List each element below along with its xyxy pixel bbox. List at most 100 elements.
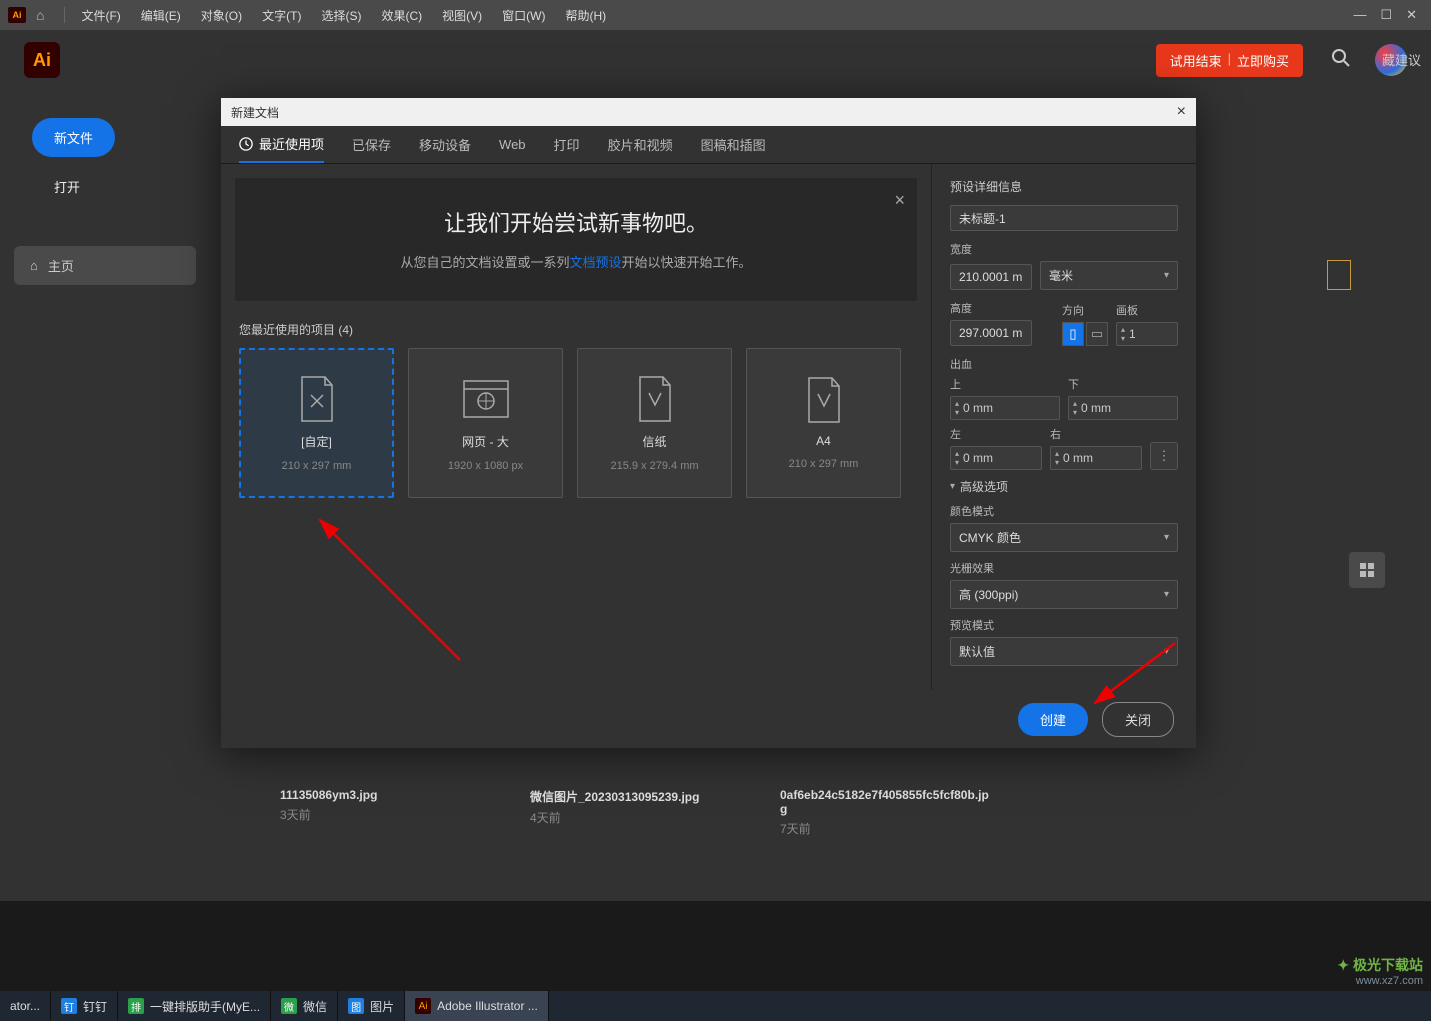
separator xyxy=(64,7,65,23)
home-nav-icon: ⌂ xyxy=(30,258,38,273)
file-name: 0af6eb24c5182e7f405855fc5fcf80b.jpg xyxy=(780,788,990,816)
search-icon[interactable] xyxy=(1331,48,1351,73)
tab-print[interactable]: 打印 xyxy=(554,127,580,162)
maximize-icon[interactable]: ☐ xyxy=(1380,7,1392,23)
preview-dropdown[interactable]: 默认值▾ xyxy=(950,637,1178,666)
sidebar-item-home[interactable]: ⌂ 主页 xyxy=(14,246,196,285)
chevron-down-icon: ▾ xyxy=(1164,532,1169,543)
file-name: 11135086ym3.jpg xyxy=(280,788,490,802)
document-custom-icon xyxy=(293,375,341,423)
menu-file[interactable]: 文件(F) xyxy=(73,7,128,24)
tab-film[interactable]: 胶片和视频 xyxy=(608,127,673,162)
document-name-input[interactable] xyxy=(950,205,1178,231)
tab-web[interactable]: Web xyxy=(499,129,526,160)
a4-icon xyxy=(800,376,848,424)
bleed-bottom-field[interactable]: ▴▾0 mm xyxy=(1068,396,1178,420)
preset-web-large[interactable]: 网页 - 大 1920 x 1080 px xyxy=(408,348,563,498)
tab-saved[interactable]: 已保存 xyxy=(352,127,391,162)
taskbar-item[interactable]: 排 一键排版助手(MyE... xyxy=(118,991,271,1021)
taskbar-item[interactable]: 微 微信 xyxy=(271,991,338,1021)
file-time: 3天前 xyxy=(280,806,490,823)
preset-a4[interactable]: A4 210 x 297 mm xyxy=(746,348,901,498)
close-button[interactable]: 关闭 xyxy=(1102,702,1174,737)
portrait-button[interactable]: ▯ xyxy=(1062,322,1084,346)
taskbar-item[interactable]: 图 图片 xyxy=(338,991,405,1021)
taskbar-item[interactable]: 钉 钉钉 xyxy=(51,991,118,1021)
menu-effect[interactable]: 效果(C) xyxy=(373,7,430,24)
banner-close-icon[interactable]: × xyxy=(894,190,905,211)
recent-file-item[interactable]: 微信图片_20230313095239.jpg 4天前 xyxy=(530,788,740,837)
menubar: Ai ⌂ 文件(F) 编辑(E) 对象(O) 文字(T) 选择(S) 效果(C)… xyxy=(0,0,1431,30)
new-file-button[interactable]: 新文件 xyxy=(32,118,115,157)
menu-window[interactable]: 窗口(W) xyxy=(494,7,553,24)
taskbar-item-active[interactable]: Ai Adobe Illustrator ... xyxy=(405,991,549,1021)
bleed-label: 出血 xyxy=(950,356,1178,372)
taskbar-item[interactable]: ator... xyxy=(0,991,51,1021)
app-logo-small: Ai xyxy=(8,7,26,23)
preset-title: [自定] xyxy=(301,433,332,450)
height-field[interactable]: 297.0001 m xyxy=(950,320,1032,346)
menu-help[interactable]: 帮助(H) xyxy=(557,7,614,24)
web-icon xyxy=(462,375,510,423)
create-button[interactable]: 创建 xyxy=(1018,703,1088,736)
preset-letter[interactable]: 信纸 215.9 x 279.4 mm xyxy=(577,348,732,498)
recent-section-label: 您最近使用的项目 (4) xyxy=(239,321,913,338)
watermark: ✦ 极光下载站 www.xz7.com xyxy=(1337,955,1423,987)
dialog-title: 新建文档 xyxy=(231,104,279,121)
dialog-footer: 创建 关闭 xyxy=(221,690,1196,748)
link-bleed-icon[interactable]: ⋮ xyxy=(1150,442,1178,470)
recent-file-item[interactable]: 0af6eb24c5182e7f405855fc5fcf80b.jpg 7天前 xyxy=(780,788,990,837)
bleed-top-field[interactable]: ▴▾0 mm xyxy=(950,396,1060,420)
recent-files-list: 11135086ym3.jpg 3天前 微信图片_20230313095239.… xyxy=(280,788,1391,837)
welcome-banner: × 让我们开始尝试新事物吧。 从您自己的文档设置或一系列文档预设开始以快速开始工… xyxy=(235,178,917,301)
artboard-stepper[interactable]: ▴▾ 1 xyxy=(1116,322,1178,346)
preset-title: 信纸 xyxy=(642,433,666,450)
close-window-icon[interactable]: ✕ xyxy=(1406,7,1417,23)
dialog-close-icon[interactable]: × xyxy=(1177,103,1186,121)
menu-text[interactable]: 文字(T) xyxy=(254,7,309,24)
file-name: 微信图片_20230313095239.jpg xyxy=(530,788,740,805)
tab-recent[interactable]: 最近使用项 xyxy=(239,126,324,163)
open-button[interactable]: 打开 xyxy=(32,167,102,206)
menu-select[interactable]: 选择(S) xyxy=(313,7,369,24)
raster-dropdown[interactable]: 高 (300ppi)▾ xyxy=(950,580,1178,609)
width-label: 宽度 xyxy=(950,241,1178,257)
bleed-right-field[interactable]: ▴▾0 mm xyxy=(1050,446,1142,470)
preset-list: [自定] 210 x 297 mm 网页 - 大 1920 x 1080 px … xyxy=(221,348,931,498)
background-panel-fragment xyxy=(1327,260,1351,290)
home-icon[interactable]: ⌂ xyxy=(36,7,44,23)
tab-art[interactable]: 图稿和插图 xyxy=(701,127,766,162)
preset-link[interactable]: 文档预设 xyxy=(569,255,621,270)
menu-object[interactable]: 对象(O) xyxy=(193,7,250,24)
unit-dropdown[interactable]: 毫米▾ xyxy=(1040,261,1178,290)
preset-size: 1920 x 1080 px xyxy=(448,460,523,472)
trial-button[interactable]: 试用结束 | 立即购买 xyxy=(1156,44,1303,77)
width-field[interactable]: 210.0001 m xyxy=(950,264,1032,290)
chevron-down-icon: ▾ xyxy=(1164,589,1169,600)
orient-label: 方向 xyxy=(1062,302,1108,318)
artboard-label: 画板 xyxy=(1116,302,1178,318)
colormode-dropdown[interactable]: CMYK 颜色▾ xyxy=(950,523,1178,552)
wechat-icon: 微 xyxy=(281,998,297,1014)
app-logo: Ai xyxy=(24,42,60,78)
landscape-button[interactable]: ▭ xyxy=(1086,322,1108,346)
header-bar: Ai 试用结束 | 立即购买 xyxy=(0,30,1431,90)
preset-details-panel: 预设详细信息 宽度 210.0001 m 毫米▾ 高度 297.0001 m xyxy=(931,164,1196,690)
details-header: 预设详细信息 xyxy=(950,178,1178,195)
preset-custom[interactable]: [自定] 210 x 297 mm xyxy=(239,348,394,498)
menu-view[interactable]: 视图(V) xyxy=(434,7,490,24)
bleed-left-field[interactable]: ▴▾0 mm xyxy=(950,446,1042,470)
chevron-down-icon: ▾ xyxy=(950,481,955,492)
suggestion-link[interactable]: 藏建议 xyxy=(1382,50,1421,69)
grid-view-icon[interactable] xyxy=(1349,552,1385,588)
minimize-icon[interactable]: — xyxy=(1353,7,1366,23)
menu-edit[interactable]: 编辑(E) xyxy=(133,7,189,24)
recent-file-item[interactable]: 11135086ym3.jpg 3天前 xyxy=(280,788,490,837)
app-icon: 排 xyxy=(128,998,144,1014)
window-controls: — ☐ ✕ xyxy=(1353,7,1423,23)
tab-mobile[interactable]: 移动设备 xyxy=(419,127,471,162)
chevron-down-icon: ▾ xyxy=(1164,270,1169,281)
home-label: 主页 xyxy=(48,256,74,275)
advanced-toggle[interactable]: ▾ 高级选项 xyxy=(950,478,1178,495)
preset-title: 网页 - 大 xyxy=(462,433,509,450)
